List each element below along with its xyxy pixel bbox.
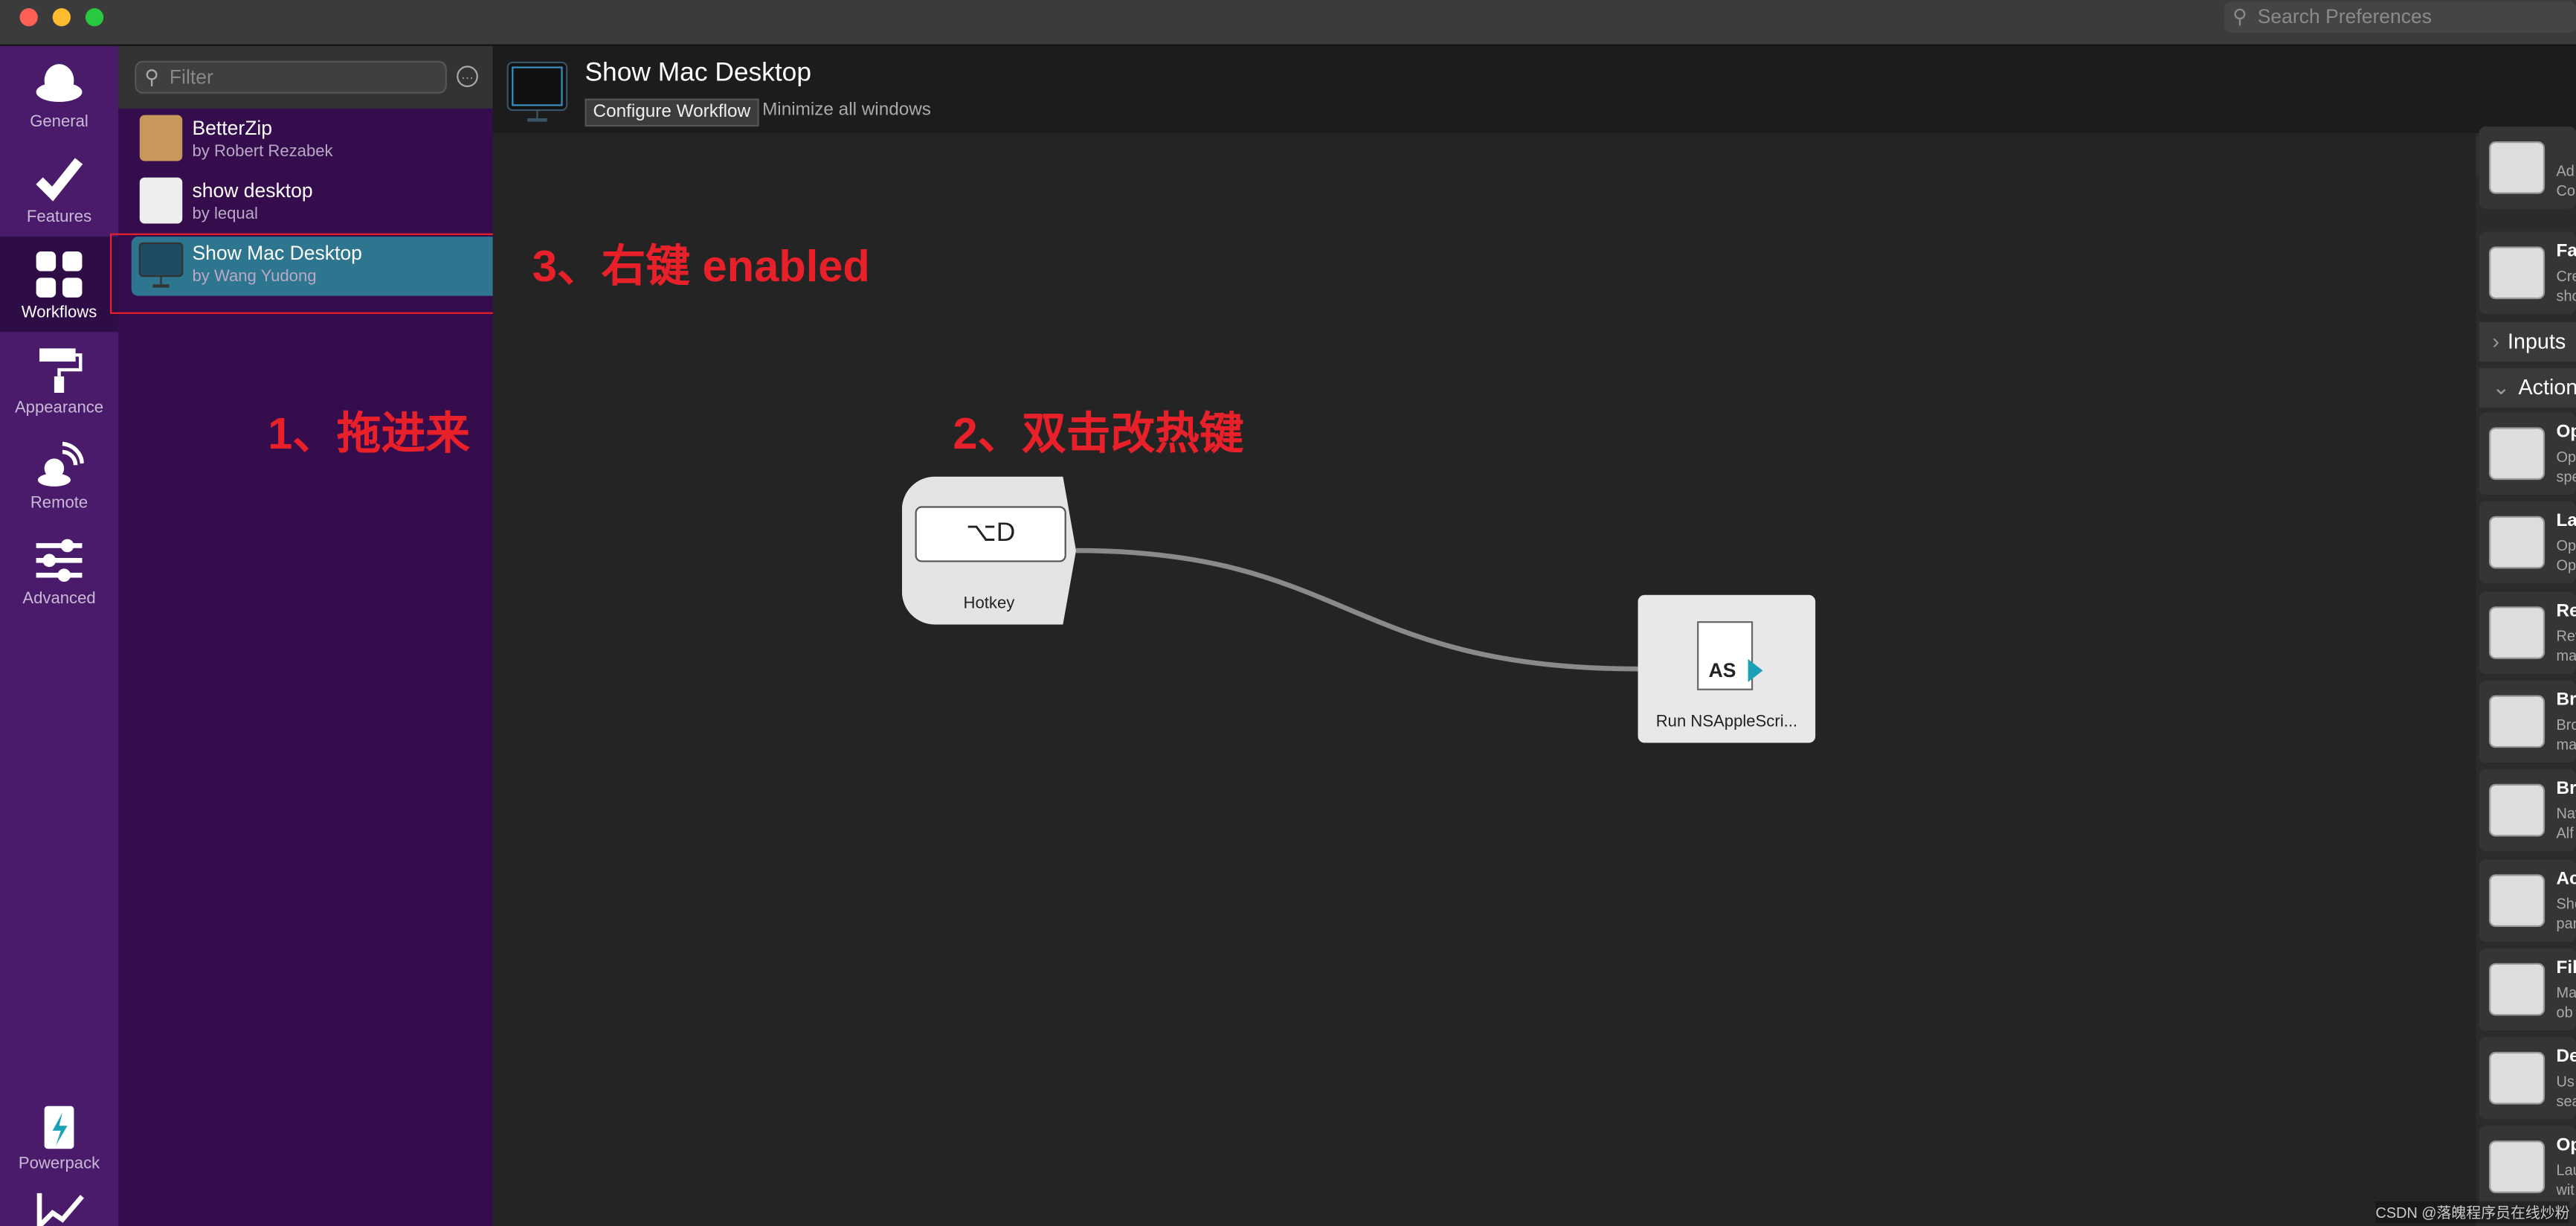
hotkey-label: Hotkey xyxy=(963,594,1015,614)
palette-item[interactable]: DeUs sea xyxy=(2479,1037,2576,1120)
nav-features[interactable]: Features xyxy=(0,141,118,237)
search-icon: ⚲ xyxy=(144,65,159,89)
palette-item-icon xyxy=(2488,606,2546,658)
minimize-window-button[interactable] xyxy=(52,8,71,27)
battery-bolt-icon xyxy=(44,1105,74,1149)
chevron-down-icon: ⌄ xyxy=(2492,374,2511,399)
nav-remote[interactable]: Remote xyxy=(0,427,118,522)
nav-general[interactable]: General xyxy=(0,46,118,141)
palette-item-icon xyxy=(2488,516,2546,570)
grid-placeholder-icon xyxy=(139,177,183,224)
run-applescript-node[interactable]: AS Run NSAppleScri... xyxy=(1638,594,1816,743)
hotkey-node[interactable]: ⌥D Hotkey xyxy=(901,476,1077,625)
more-options-icon[interactable]: … xyxy=(457,65,478,88)
object-palette: ☰ ⚲ Ad CoFaCre sho›Inputs⌄ActionsOpOp sp… xyxy=(2476,126,2576,1226)
hat-icon xyxy=(36,64,83,102)
usage-chart-icon[interactable] xyxy=(36,1190,86,1226)
nav-advanced[interactable]: Advanced xyxy=(0,523,118,618)
workflow-title: Show Mac Desktop xyxy=(585,59,811,88)
palette-item[interactable]: Fil Ma ob xyxy=(2479,948,2576,1030)
script-label: Run NSAppleScri... xyxy=(1655,713,1798,732)
zoom-window-button[interactable] xyxy=(85,8,104,27)
annotation-step2: 2、双击改热键 xyxy=(953,409,1244,459)
checkmark-icon xyxy=(36,158,83,202)
palette-item-icon xyxy=(2488,695,2546,748)
palette-item-icon xyxy=(2488,246,2546,300)
grid-icon xyxy=(36,251,83,298)
betterzip-icon xyxy=(139,115,183,161)
palette-item-icon xyxy=(2488,141,2546,194)
list-item[interactable]: show desktop by lequal xyxy=(132,174,493,234)
paint-roller-icon xyxy=(39,348,83,393)
watermark: CSDN @落魄程序员在线炒粉 xyxy=(2375,1201,2570,1223)
palette-item-icon xyxy=(2488,963,2546,1015)
list-item[interactable]: BetterZip by Robert Rezabek xyxy=(132,112,493,171)
filter-input[interactable]: ⚲ Filter xyxy=(135,60,447,94)
palette-item-icon xyxy=(2488,1141,2546,1194)
palette-item-icon xyxy=(2488,873,2546,926)
hotkey-keys: ⌥D xyxy=(915,506,1066,562)
title-bar xyxy=(0,0,2576,46)
palette-section-actions[interactable]: ⌄Actions xyxy=(2479,368,2576,408)
workflow-header: Show Mac Desktop Configure Workflow Mini… xyxy=(492,45,2576,133)
annotation-highlight-box xyxy=(110,233,508,314)
palette-item[interactable]: Ad Co xyxy=(2479,126,2576,209)
palette-item-icon xyxy=(2488,784,2546,837)
palette-item[interactable]: ReRev ma xyxy=(2479,591,2576,673)
nav-workflows[interactable]: Workflows xyxy=(0,237,119,333)
chevron-right-icon: › xyxy=(2492,328,2499,353)
preferences-search-input[interactable]: ⚲ Search Preferences xyxy=(2224,1,2576,33)
palette-item[interactable]: AcSho par xyxy=(2479,858,2576,941)
workflow-canvas[interactable] xyxy=(492,132,2476,1226)
palette-item[interactable]: OpLau wit xyxy=(2479,1126,2576,1209)
palette-item[interactable]: OpOp spe xyxy=(2479,412,2576,495)
palette-item[interactable]: BroBro ma xyxy=(2479,680,2576,763)
workflow-list: BetterZip by Robert Rezabek show desktop… xyxy=(118,45,493,1226)
remote-icon xyxy=(37,441,84,487)
script-document-icon: AS xyxy=(1697,621,1763,690)
configure-workflow-button[interactable]: Configure Workflow xyxy=(585,98,759,127)
sliders-icon xyxy=(36,539,83,582)
monitor-icon xyxy=(506,61,568,122)
palette-item-icon xyxy=(2488,427,2546,481)
palette-item[interactable]: FaCre sho xyxy=(2479,231,2576,314)
palette-item-icon xyxy=(2488,1052,2546,1105)
search-icon: ⚲ xyxy=(2232,4,2247,28)
palette-item[interactable]: La Op Op xyxy=(2479,501,2576,584)
annotation-step1: 1、拖进来 xyxy=(268,409,470,459)
close-window-button[interactable] xyxy=(19,8,38,27)
nav-appearance[interactable]: Appearance xyxy=(0,332,118,427)
palette-section-inputs[interactable]: › Inputs xyxy=(2479,322,2576,362)
palette-item[interactable]: BroNav Alf xyxy=(2479,769,2576,852)
preferences-nav: General Features Workflows Appearance Re… xyxy=(0,45,119,1226)
play-arrow-icon xyxy=(1748,658,1763,682)
workflow-description: Minimize all windows xyxy=(762,100,931,121)
annotation-step3: 3、右键 enabled xyxy=(532,241,870,292)
nav-powerpack[interactable]: Powerpack xyxy=(0,1088,118,1183)
